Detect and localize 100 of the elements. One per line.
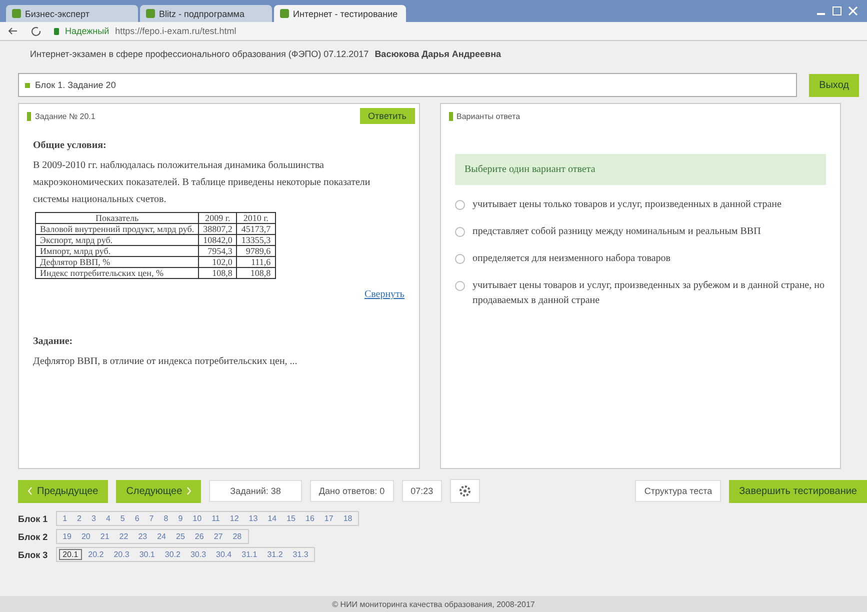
column-header: 2010 г.: [236, 212, 276, 224]
question-link[interactable]: 25: [172, 531, 189, 542]
finish-button[interactable]: Завершить тестирование: [729, 480, 867, 502]
question-link[interactable]: 12: [226, 513, 243, 524]
task-text: Дефлятор ВВП, в отличие от индекса потребительских цен, ...: [33, 355, 298, 369]
timer: 07:23: [402, 480, 442, 502]
block-label: Блок 2: [18, 532, 48, 542]
question-link[interactable]: 7: [145, 513, 158, 524]
block-label: Блок 3: [18, 550, 48, 560]
question-link[interactable]: 3: [87, 513, 100, 524]
table-cell: 9789,6: [236, 246, 276, 256]
instruction-banner: Выберите один вариант ответа: [454, 154, 826, 185]
question-link[interactable]: 11: [208, 513, 224, 524]
table-cell: 102,0: [198, 256, 237, 268]
column-header: 2009 г.: [198, 212, 237, 224]
table-cell: 13355,3: [236, 234, 276, 246]
block-field[interactable]: Блок 1. Задание 20: [18, 73, 798, 97]
panel-title: Варианты ответа: [448, 112, 520, 120]
table-cell: 10842,0: [198, 234, 237, 246]
question-link[interactable]: 1: [58, 513, 72, 524]
exit-button[interactable]: Выход: [809, 74, 859, 96]
copyright-text: © НИИ мониторинга качества образования, 2008-2017: [332, 600, 535, 608]
table-cell: 38807,2: [198, 224, 237, 234]
table-cell: 7954,3: [198, 246, 237, 256]
question-link[interactable]: 30.1: [135, 549, 159, 560]
question-link[interactable]: 20.3: [110, 549, 134, 560]
url-text[interactable]: https://fepo.i-exam.ru/test.html: [115, 26, 236, 36]
question-link[interactable]: 20.1: [58, 549, 82, 560]
question-link[interactable]: 17: [320, 513, 338, 524]
settings-icon: [459, 485, 472, 497]
question-link[interactable]: 24: [153, 531, 170, 542]
question-link[interactable]: 9: [174, 513, 187, 524]
answered-count: Дано ответов: 0: [310, 480, 394, 502]
question-link[interactable]: 30.4: [212, 549, 236, 560]
test-structure-button[interactable]: Структура теста: [635, 480, 722, 502]
option-text: учитывает цены только товаров и услуг, произведенных в данной стране: [472, 198, 782, 212]
table-cell: Дефлятор ВВП, %: [36, 256, 199, 268]
question-link[interactable]: 2: [73, 513, 86, 524]
question-link[interactable]: 20: [77, 531, 94, 542]
radio-button[interactable]: [454, 281, 464, 291]
option-text: представляет собой разницу между номинальным и реальным ВВП: [472, 225, 761, 239]
question-link[interactable]: 19: [58, 531, 76, 542]
exam-info: Интернет-экзамен в сфере профессионального образования (ФЭПО) 07.12.2017: [30, 49, 369, 59]
question-link[interactable]: 31.1: [238, 549, 262, 560]
question-link[interactable]: 5: [116, 513, 129, 524]
collapse-link[interactable]: Свернуть: [364, 289, 404, 300]
radio-button[interactable]: [454, 227, 464, 237]
question-link[interactable]: 20.2: [84, 549, 108, 560]
question-link[interactable]: 21: [96, 531, 114, 542]
table-cell: Экспорт, млрд руб.: [36, 234, 199, 246]
secure-label: Надежный: [65, 26, 110, 36]
page-icon: [12, 9, 21, 18]
question-link[interactable]: 8: [160, 513, 172, 524]
question-link[interactable]: 31.3: [288, 549, 312, 560]
chevron-left-icon: [28, 487, 32, 495]
radio-button[interactable]: [454, 200, 464, 210]
table-cell: Индекс потребительских цен, %: [36, 268, 199, 278]
table-cell: Импорт, млрд руб.: [36, 246, 199, 256]
table-cell: Валовой внутренний продукт, млрд руб.: [36, 224, 199, 234]
table-cell: 108,8: [198, 268, 237, 278]
question-link[interactable]: 14: [264, 513, 281, 524]
browser-tab[interactable]: Blitz - подпрограмма: [140, 5, 272, 22]
lock-icon: [54, 28, 59, 34]
previous-button[interactable]: Предыдущее: [18, 480, 108, 502]
user-name: Васюкова Дарья Андреевна: [374, 49, 502, 59]
settings-button[interactable]: [450, 479, 480, 503]
question-link[interactable]: 28: [228, 531, 246, 542]
answer-button[interactable]: Ответить: [360, 108, 414, 124]
question-link[interactable]: 31.2: [263, 549, 287, 560]
question-link[interactable]: 10: [188, 513, 206, 524]
conditions-text: В 2009-2010 гг. наблюдалась положительная динамика большинства макроэкономических показателей. В таблице приведены некоторые показатели системы национальных счетов.: [33, 159, 372, 207]
option-text: учитывает цены товаров и услуг, произведенных за рубежом и в данной стране, но продаваемых в данной стране: [472, 279, 826, 308]
question-link[interactable]: 16: [302, 513, 318, 524]
question-link[interactable]: 15: [282, 513, 300, 524]
task-heading: Задание:: [33, 336, 74, 347]
block-label: Блок 1: [18, 514, 48, 524]
question-link[interactable]: 13: [244, 513, 262, 524]
table-cell: 108,8: [236, 268, 276, 278]
question-link[interactable]: 27: [210, 531, 227, 542]
tasks-count: Заданий: 38: [209, 480, 302, 502]
question-link[interactable]: 4: [102, 513, 114, 524]
page-icon: [146, 9, 155, 18]
question-link[interactable]: 23: [134, 531, 152, 542]
conditions-heading: Общие условия:: [33, 140, 108, 151]
panel-title: Задание № 20.1: [27, 112, 96, 120]
browser-tab[interactable]: Бизнес-эксперт: [6, 5, 138, 22]
table-cell: 111,6: [236, 256, 276, 268]
page-icon: [280, 9, 289, 18]
browser-tab[interactable]: Интернет - тестирование: [274, 5, 406, 22]
table-cell: 45173,7: [236, 224, 276, 234]
next-button[interactable]: Следующее: [116, 480, 202, 502]
question-link[interactable]: 6: [130, 513, 144, 524]
question-link[interactable]: 18: [339, 513, 356, 524]
question-link[interactable]: 30.3: [186, 549, 210, 560]
question-link[interactable]: 26: [190, 531, 208, 542]
chevron-right-icon: [187, 487, 192, 495]
option-text: определяется для неизменного набора товаров: [472, 252, 670, 266]
radio-button[interactable]: [454, 254, 464, 264]
question-link[interactable]: 30.2: [160, 549, 184, 560]
question-link[interactable]: 22: [115, 531, 132, 542]
